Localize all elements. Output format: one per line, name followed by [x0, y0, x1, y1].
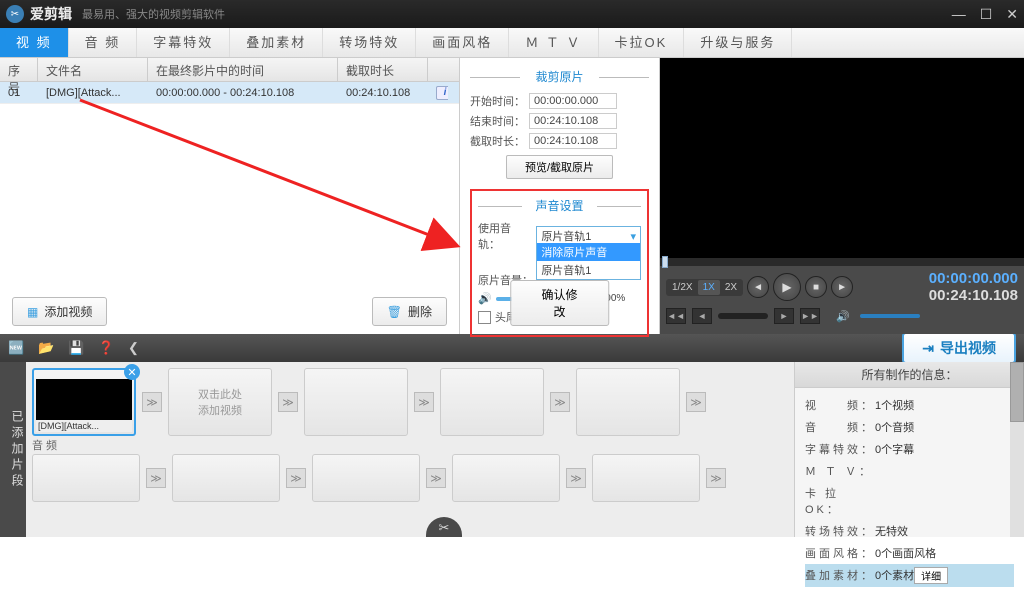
chevron-down-icon: ▾ — [630, 230, 636, 243]
transition-slot[interactable]: ≫ — [426, 468, 446, 488]
tab-karaoke[interactable]: 卡拉OK — [599, 28, 685, 57]
dropdown-option-track1[interactable]: 原片音轨1 — [537, 261, 640, 279]
info-scrollbar[interactable] — [1010, 362, 1024, 537]
tab-subtitle[interactable]: 字幕特效 — [137, 28, 230, 57]
sound-title: 声音设置 — [478, 197, 641, 214]
transition-slot[interactable]: ≫ — [566, 468, 586, 488]
total-time: 00:24:10.108 — [929, 287, 1018, 304]
dropdown-option-mute[interactable]: 消除原片声音 — [537, 243, 640, 261]
share-icon[interactable]: ❮ — [128, 340, 146, 356]
col-num: 序号 — [0, 58, 38, 81]
info-icon[interactable]: i — [436, 86, 448, 100]
audio-track-label: 音 频 — [32, 437, 57, 453]
col-name: 文件名 — [38, 58, 148, 81]
transition-slot[interactable]: ≫ — [550, 392, 570, 412]
close-icon[interactable]: ✕ — [1006, 6, 1018, 23]
empty-audio-slot[interactable] — [172, 454, 280, 502]
seek-fwd-fast[interactable]: ►► — [800, 308, 820, 324]
empty-audio-slot[interactable] — [32, 454, 140, 502]
new-icon[interactable]: 🆕 — [8, 340, 26, 356]
seek-back-fast[interactable]: ◄◄ — [666, 308, 686, 324]
speed-1x[interactable]: 1X — [698, 280, 720, 295]
bottom-toolbar: 🆕 📂 💾 ❓ ❮ ⇥ 导出视频 — [0, 334, 1024, 362]
speed-selector: 1/2X 1X 2X — [666, 279, 743, 296]
info-panel: 所有制作的信息： 视 频：1个视频 音 频：0个音频 字幕特效：0个字幕 Ｍ Ｔ… — [794, 362, 1024, 537]
speed-2x[interactable]: 2X — [720, 280, 742, 295]
col-time: 在最终影片中的时间 — [148, 58, 338, 81]
minimize-icon[interactable]: — — [952, 6, 966, 23]
remove-clip-icon[interactable]: ✕ — [124, 364, 140, 380]
empty-clip-slot[interactable] — [576, 368, 680, 436]
empty-audio-slot[interactable] — [312, 454, 420, 502]
tab-audio[interactable]: 音 频 — [69, 28, 138, 57]
preview-trim-button[interactable]: 预览/截取原片 — [506, 155, 613, 179]
preview-volume-slider[interactable] — [860, 314, 920, 318]
next-button[interactable]: ► — [831, 276, 853, 298]
timeline-label: 已添加片段 — [0, 362, 26, 537]
confirm-button[interactable]: 确认修改 — [510, 280, 610, 326]
main-tabbar: 视 频 音 频 字幕特效 叠加素材 转场特效 画面风格 Ｍ Ｔ Ｖ 卡拉OK 升… — [0, 28, 1024, 58]
delete-button[interactable]: 🗑 删除 — [372, 297, 447, 326]
empty-audio-slot[interactable] — [452, 454, 560, 502]
tab-overlay[interactable]: 叠加素材 — [230, 28, 323, 57]
film-icon: ▦ — [27, 305, 38, 319]
add-video-button[interactable]: ▦ 添加视频 — [12, 297, 107, 326]
transition-slot[interactable]: ≫ — [146, 468, 166, 488]
start-time-input[interactable]: 00:00:00.000 — [529, 93, 617, 109]
app-logo-icon: ✂ — [6, 5, 24, 23]
export-icon: ⇥ — [922, 340, 934, 357]
file-list-panel: 序号 文件名 在最终影片中的时间 截取时长 01 [DMG][Attack...… — [0, 58, 460, 334]
tab-style[interactable]: 画面风格 — [416, 28, 509, 57]
scrub-bar[interactable] — [660, 258, 1024, 266]
open-icon[interactable]: 📂 — [38, 340, 56, 356]
tab-transition[interactable]: 转场特效 — [323, 28, 416, 57]
empty-clip-slot[interactable]: 双击此处 添加视频 — [168, 368, 272, 436]
save-icon[interactable]: 💾 — [68, 340, 86, 356]
tab-mtv[interactable]: Ｍ Ｔ Ｖ — [509, 28, 598, 57]
speaker-icon: 🔊 — [478, 292, 492, 305]
export-video-button[interactable]: ⇥ 导出视频 — [902, 332, 1016, 364]
speed-half[interactable]: 1/2X — [667, 280, 698, 295]
duration-input[interactable]: 00:24:10.108 — [529, 133, 617, 149]
current-time: 00:00:00.000 — [929, 270, 1018, 287]
help-icon[interactable]: ❓ — [98, 340, 116, 356]
titlebar: ✂ 爱剪辑 最易用、强大的视频剪辑软件 — ☐ ✕ — [0, 0, 1024, 28]
app-name: 爱剪辑 — [30, 4, 72, 24]
transition-slot[interactable]: ≫ — [706, 468, 726, 488]
video-clip-1[interactable]: ✕ [DMG][Attack... — [32, 368, 136, 436]
prev-button[interactable]: ◄ — [747, 276, 769, 298]
empty-audio-slot[interactable] — [592, 454, 700, 502]
play-button[interactable]: ▶ — [773, 273, 801, 301]
info-title: 所有制作的信息： — [795, 362, 1024, 388]
timeline-tracks: ✕ [DMG][Attack... ≫ 双击此处 添加视频 ≫ ≫ ≫ ≫ 音 … — [26, 362, 794, 537]
transition-slot[interactable]: ≫ — [414, 392, 434, 412]
seek-fwd[interactable]: ► — [774, 308, 794, 324]
end-time-input[interactable]: 00:24:10.108 — [529, 113, 617, 129]
edit-panel: 裁剪原片 开始时间：00:00:00.000 结束时间：00:24:10.108… — [460, 58, 660, 334]
file-row[interactable]: 01 [DMG][Attack... 00:00:00.000 - 00:24:… — [0, 82, 459, 104]
trim-title: 裁剪原片 — [470, 68, 649, 85]
transition-slot[interactable]: ≫ — [286, 468, 306, 488]
maximize-icon[interactable]: ☐ — [980, 6, 993, 23]
tab-video[interactable]: 视 频 — [0, 28, 69, 57]
transition-slot[interactable]: ≫ — [686, 392, 706, 412]
preview-panel: 1/2X 1X 2X ◄ ▶ ■ ► 00:00:00.000 00:24:10… — [660, 58, 1024, 334]
audio-track-dropdown[interactable]: 原片音轨1▾ 消除原片声音 原片音轨1 — [536, 226, 641, 246]
fade-checkbox[interactable] — [478, 311, 491, 324]
tab-upgrade[interactable]: 升级与服务 — [684, 28, 792, 57]
empty-clip-slot[interactable] — [304, 368, 408, 436]
jog-wheel[interactable] — [718, 313, 768, 319]
scissors-icon[interactable]: ✂ — [426, 517, 462, 537]
seek-back[interactable]: ◄ — [692, 308, 712, 324]
col-dur: 截取时长 — [338, 58, 428, 81]
volume-icon[interactable]: 🔊 — [836, 310, 850, 323]
app-subtitle: 最易用、强大的视频剪辑软件 — [82, 6, 225, 22]
trash-icon: 🗑 — [387, 305, 402, 319]
transition-slot[interactable]: ≫ — [278, 392, 298, 412]
empty-clip-slot[interactable] — [440, 368, 544, 436]
video-preview[interactable] — [660, 58, 1024, 258]
stop-button[interactable]: ■ — [805, 276, 827, 298]
transition-slot[interactable]: ≫ — [142, 392, 162, 412]
